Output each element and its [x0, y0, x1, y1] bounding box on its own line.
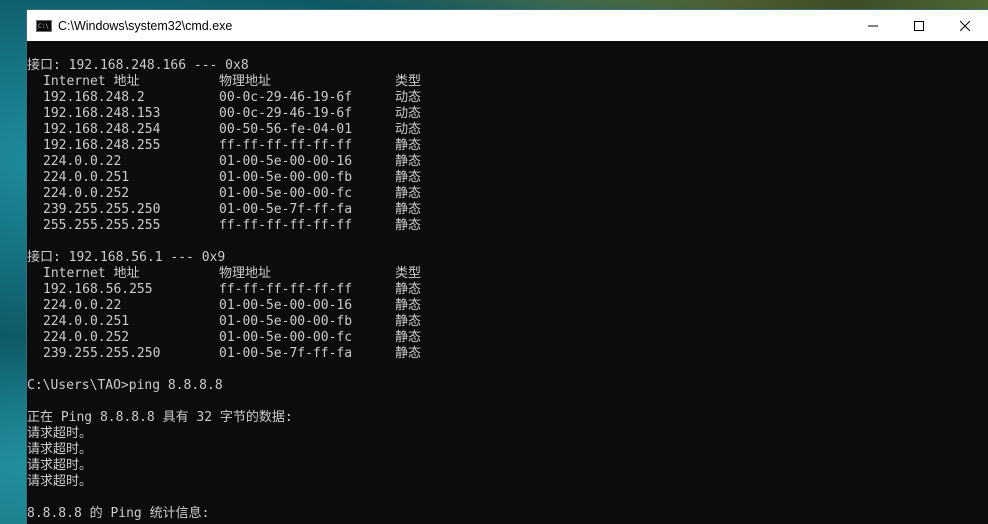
arp-row: 239.255.255.250 01-00-5e-7f-ff-fa 静态 — [27, 202, 988, 218]
arp-type: 动态 — [395, 90, 422, 105]
ping-result: 请求超时。 — [27, 442, 93, 457]
arp-row: 255.255.255.255 ff-ff-ff-ff-ff-ff 静态 — [27, 218, 988, 234]
column-headers: Internet 地址 物理地址 类型 — [27, 74, 988, 90]
ping-result: 请求超时。 — [27, 458, 93, 473]
arp-row: 224.0.0.252 01-00-5e-00-00-fc 静态 — [27, 330, 988, 346]
arp-row: 192.168.248.153 00-0c-29-46-19-6f 动态 — [27, 106, 988, 122]
arp-mac: 01-00-5e-7f-ff-fa — [219, 346, 353, 361]
arp-mac: 01-00-5e-00-00-fb — [219, 170, 353, 185]
arp-type: 动态 — [395, 122, 422, 137]
column-header-ip: Internet 地址 — [43, 74, 140, 89]
arp-mac: 00-50-56-fe-04-01 — [219, 122, 353, 137]
arp-mac: 00-0c-29-46-19-6f — [219, 90, 353, 105]
window-title: C:\Windows\system32\cmd.exe — [58, 18, 233, 33]
arp-ip: 224.0.0.22 — [43, 154, 122, 169]
column-header-mac: 物理地址 — [219, 266, 272, 281]
ping-result: 请求超时。 — [27, 426, 93, 441]
interface-header: 接口: 192.168.56.1 --- 0x9 — [27, 250, 226, 265]
arp-row: 192.168.248.254 00-50-56-fe-04-01 动态 — [27, 122, 988, 138]
column-header-type: 类型 — [395, 74, 422, 89]
arp-ip: 192.168.248.254 — [43, 122, 161, 137]
maximize-button[interactable] — [896, 10, 942, 41]
arp-mac: ff-ff-ff-ff-ff-ff — [219, 138, 353, 153]
arp-ip: 239.255.255.250 — [43, 346, 161, 361]
arp-ip: 224.0.0.252 — [43, 330, 130, 345]
arp-row: 192.168.248.2 00-0c-29-46-19-6f 动态 — [27, 90, 988, 106]
minimize-button[interactable] — [850, 10, 896, 41]
arp-ip: 224.0.0.251 — [43, 170, 130, 185]
arp-ip: 192.168.248.153 — [43, 106, 161, 121]
arp-mac: 01-00-5e-00-00-16 — [219, 154, 353, 169]
arp-ip: 255.255.255.255 — [43, 218, 161, 233]
cmd-icon[interactable]: C:\ — [36, 19, 52, 32]
maximize-icon — [914, 20, 924, 31]
arp-mac: 01-00-5e-7f-ff-fa — [219, 202, 353, 217]
arp-mac: 01-00-5e-00-00-fc — [219, 186, 353, 201]
close-button[interactable] — [942, 10, 988, 41]
arp-row: 239.255.255.250 01-00-5e-7f-ff-fa 静态 — [27, 346, 988, 362]
arp-type: 动态 — [395, 106, 422, 121]
arp-type: 静态 — [395, 314, 422, 329]
arp-type: 静态 — [395, 282, 422, 297]
close-icon — [960, 20, 970, 31]
arp-ip: 224.0.0.251 — [43, 314, 130, 329]
title-bar[interactable]: C:\ C:\Windows\system32\cmd.exe — [27, 10, 988, 41]
arp-type: 静态 — [395, 138, 422, 153]
svg-text:C:\: C:\ — [38, 23, 49, 30]
arp-type: 静态 — [395, 218, 422, 233]
arp-row: 224.0.0.22 01-00-5e-00-00-16 静态 — [27, 154, 988, 170]
arp-mac: 01-00-5e-00-00-16 — [219, 298, 353, 313]
arp-row: 224.0.0.22 01-00-5e-00-00-16 静态 — [27, 298, 988, 314]
arp-type: 静态 — [395, 298, 422, 313]
arp-row: 192.168.248.255 ff-ff-ff-ff-ff-ff 静态 — [27, 138, 988, 154]
arp-mac: 00-0c-29-46-19-6f — [219, 106, 353, 121]
arp-type: 静态 — [395, 186, 422, 201]
column-header-ip: Internet 地址 — [43, 266, 140, 281]
arp-ip: 192.168.248.255 — [43, 138, 161, 153]
arp-row: 224.0.0.252 01-00-5e-00-00-fc 静态 — [27, 186, 988, 202]
arp-ip: 192.168.56.255 — [43, 282, 153, 297]
minimize-icon — [868, 25, 878, 26]
command-prompt-line: C:\Users\TAO>ping 8.8.8.8 — [27, 378, 223, 393]
arp-type: 静态 — [395, 330, 422, 345]
arp-type: 静态 — [395, 154, 422, 169]
arp-ip: 224.0.0.22 — [43, 298, 122, 313]
arp-row: 192.168.56.255 ff-ff-ff-ff-ff-ff 静态 — [27, 282, 988, 298]
arp-type: 静态 — [395, 170, 422, 185]
ping-result: 请求超时。 — [27, 474, 93, 489]
arp-type: 静态 — [395, 346, 422, 361]
ping-header: 正在 Ping 8.8.8.8 具有 32 字节的数据: — [27, 410, 293, 425]
arp-row: 224.0.0.251 01-00-5e-00-00-fb 静态 — [27, 170, 988, 186]
column-header-type: 类型 — [395, 266, 422, 281]
arp-ip: 192.168.248.2 — [43, 90, 145, 105]
arp-mac: ff-ff-ff-ff-ff-ff — [219, 218, 353, 233]
column-headers: Internet 地址 物理地址 类型 — [27, 266, 988, 282]
arp-ip: 224.0.0.252 — [43, 186, 130, 201]
arp-mac: ff-ff-ff-ff-ff-ff — [219, 282, 353, 297]
arp-mac: 01-00-5e-00-00-fb — [219, 314, 353, 329]
arp-mac: 01-00-5e-00-00-fc — [219, 330, 353, 345]
arp-ip: 239.255.255.250 — [43, 202, 161, 217]
window-controls — [850, 10, 988, 41]
console-output[interactable]: 接口: 192.168.248.166 --- 0x8 Internet 地址 … — [27, 41, 988, 524]
arp-type: 静态 — [395, 202, 422, 217]
arp-row: 224.0.0.251 01-00-5e-00-00-fb 静态 — [27, 314, 988, 330]
ping-stats-header: 8.8.8.8 的 Ping 统计信息: — [27, 506, 210, 521]
column-header-mac: 物理地址 — [219, 74, 272, 89]
interface-header: 接口: 192.168.248.166 --- 0x8 — [27, 58, 249, 73]
cmd-window[interactable]: C:\ C:\Windows\system32\cmd.exe 接口: 192.… — [27, 10, 988, 524]
